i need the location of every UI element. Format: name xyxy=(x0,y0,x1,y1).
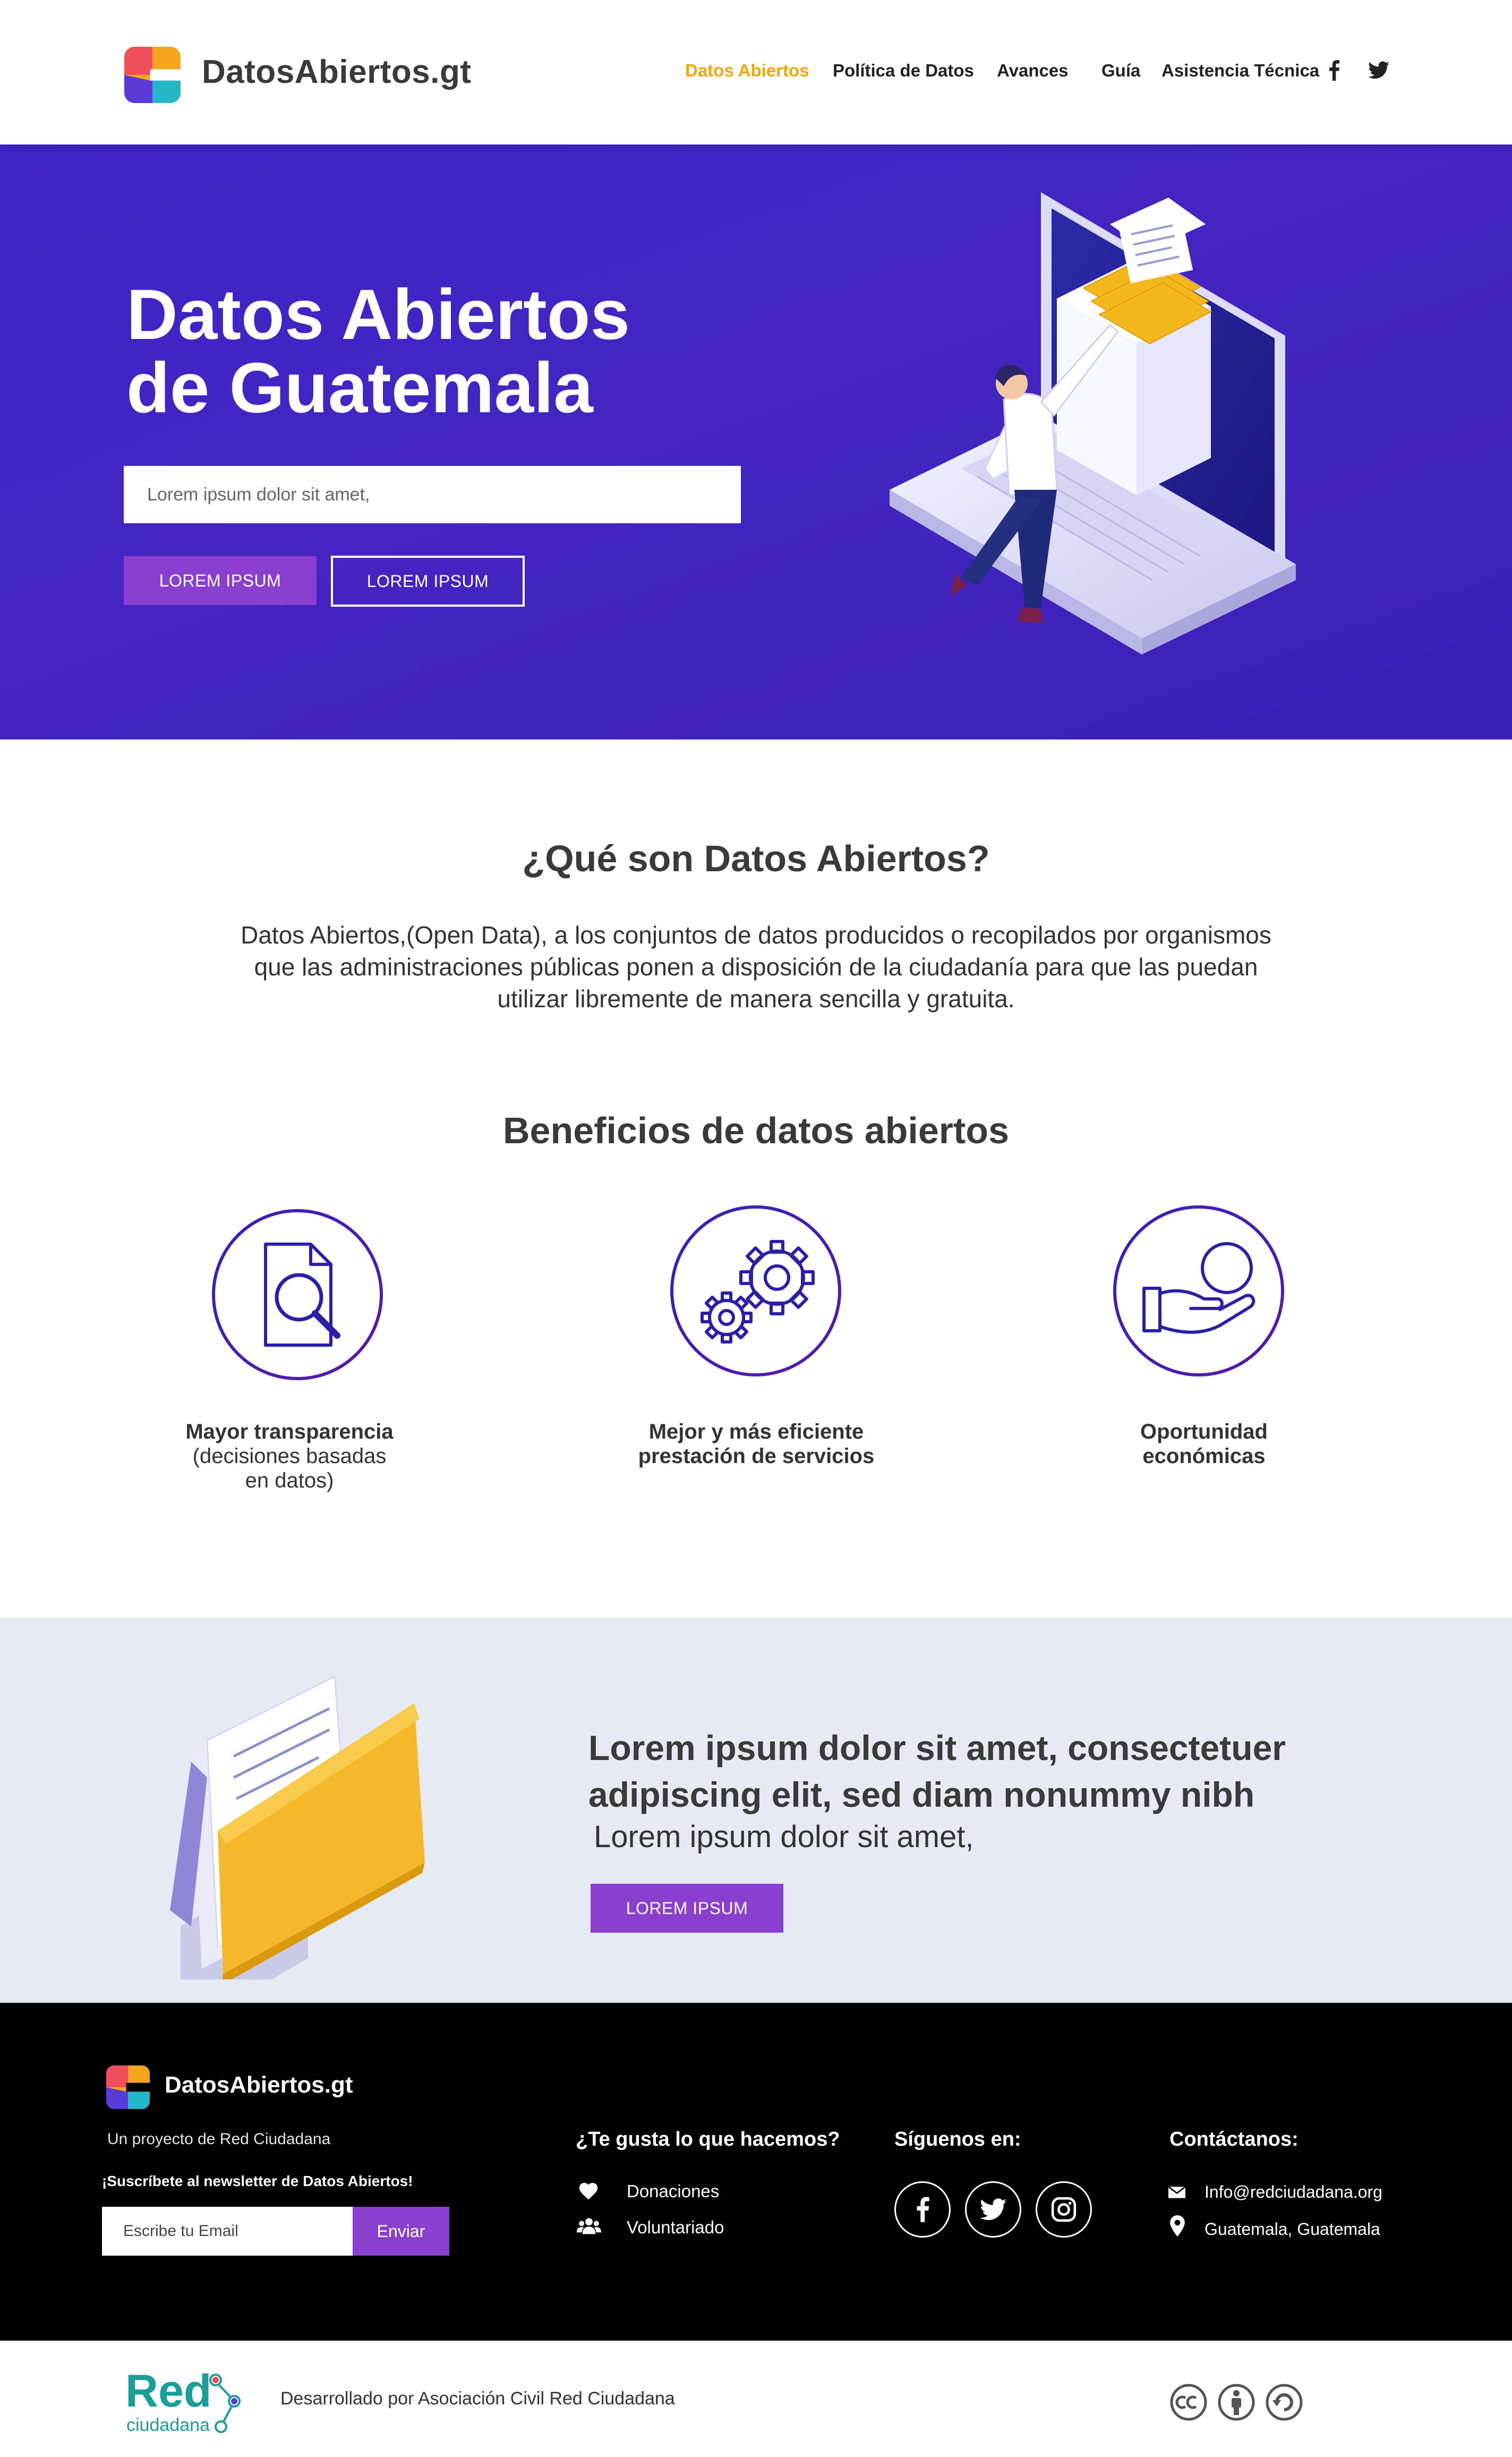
about-text-line1: Datos Abiertos,(Open Data), a los conjun… xyxy=(241,921,1271,949)
facebook-icon xyxy=(917,2197,929,2222)
site-logo-text[interactable]: DatosAbiertos.gt xyxy=(202,53,471,91)
about-title: ¿Qué son Datos Abiertos? xyxy=(522,838,990,879)
about-text-line3: utilizar libremente de manera sencilla y… xyxy=(497,985,1015,1013)
footer-instagram-button[interactable] xyxy=(1036,2181,1092,2238)
footer-contact-title: Contáctanos: xyxy=(1169,2128,1299,2150)
benefit-servicios-line2: prestación de servicios xyxy=(638,1444,875,1468)
benefit-oportunidad: Oportunidad económicas xyxy=(1034,1419,1374,1468)
cta-heading-line1: Lorem ipsum dolor sit amet, consectetuer xyxy=(588,1728,1286,1767)
site-header: DatosAbiertos.gt Datos Abiertos Política… xyxy=(0,0,1512,144)
voluntariado-link[interactable]: Voluntariado xyxy=(627,2217,724,2238)
red-logo-sub: ciudadana xyxy=(126,2415,210,2435)
twitter-icon[interactable] xyxy=(1368,59,1389,81)
newsletter-email-input[interactable] xyxy=(102,2207,353,2256)
laptop-data-illustration xyxy=(890,192,1296,654)
nav-guia[interactable]: Guía xyxy=(1101,61,1140,81)
benefit-transparencia-title: Mayor transparencia xyxy=(185,1420,394,1443)
twitter-icon xyxy=(980,2198,1006,2220)
hero-primary-button[interactable]: LOREM IPSUM xyxy=(124,556,317,605)
hero-section: Datos Abiertos de Guatemala LOREM IPSUM … xyxy=(0,144,1512,739)
gears-icon xyxy=(670,1205,841,1376)
newsletter-label: ¡Suscríbete al newsletter de Datos Abier… xyxy=(102,2173,413,2189)
benefit-oportunidad-line2: económicas xyxy=(1142,1444,1266,1468)
footer-project-text: Un proyecto de Red Ciudadana xyxy=(107,2130,331,2148)
location-pin-icon xyxy=(1170,2215,1185,2237)
contact-email-link[interactable]: Info@redciudadana.org xyxy=(1205,2182,1382,2202)
contact-location: Guatemala, Guatemala xyxy=(1205,2220,1380,2239)
benefits-title: Beneficios de datos abiertos xyxy=(502,1110,1010,1151)
red-ciudadana-logo-icon[interactable]: Red ciudadana xyxy=(125,2368,242,2437)
cta-subtext: Lorem ipsum dolor sit amet, xyxy=(594,1820,974,1854)
about-text-line2: que las administraciones públicas ponen … xyxy=(254,953,1258,981)
hero-secondary-button[interactable]: LOREM IPSUM xyxy=(331,556,525,607)
nav-asistencia-tecnica[interactable]: Asistencia Técnica xyxy=(1161,61,1319,81)
cc-icon[interactable] xyxy=(1169,2383,1208,2421)
nav-politica-de-datos[interactable]: Política de Datos xyxy=(833,61,974,81)
users-icon xyxy=(577,2218,601,2234)
donaciones-link[interactable]: Donaciones xyxy=(627,2181,719,2201)
footer-brand[interactable]: DatosAbiertos.gt xyxy=(165,2072,353,2098)
folder-illustration xyxy=(170,1675,425,1979)
footer-like-title: ¿Te gusta lo que hacemos? xyxy=(576,2128,840,2150)
bottom-bar: Red ciudadana Desarrollado por Asociació… xyxy=(0,2341,1512,2457)
footer-logo-icon[interactable] xyxy=(106,2065,150,2109)
nav-avances[interactable]: Avances xyxy=(997,61,1069,81)
benefit-transparencia-line3: en datos) xyxy=(245,1469,334,1492)
benefit-transparencia: Mayor transparencia (decisiones basadas … xyxy=(119,1419,459,1493)
cta-button[interactable]: LOREM IPSUM xyxy=(591,1884,783,1933)
cta-heading-line2: adipiscing elit, sed diam nonummy nibh xyxy=(588,1775,1255,1814)
sa-icon[interactable] xyxy=(1265,2383,1303,2421)
hero-title-line2: de Guatemala xyxy=(126,348,593,428)
footer-follow-title: Síguenos en: xyxy=(894,2128,1021,2150)
hero-title: Datos Abiertos de Guatemala xyxy=(126,278,817,425)
cta-heading: Lorem ipsum dolor sit amet, consectetuer… xyxy=(588,1724,1417,1818)
cta-section: Lorem ipsum dolor sit amet, consectetuer… xyxy=(0,1618,1512,2003)
hero-title-line1: Datos Abiertos xyxy=(126,275,630,354)
by-icon[interactable] xyxy=(1217,2383,1255,2421)
instagram-icon xyxy=(1051,2197,1077,2222)
site-footer: DatosAbiertos.gt Un proyecto de Red Ciud… xyxy=(0,2003,1512,2341)
facebook-icon[interactable] xyxy=(1325,59,1344,81)
mail-icon xyxy=(1168,2187,1185,2198)
nav-datos-abiertos[interactable]: Datos Abiertos xyxy=(685,61,809,81)
developed-by-text: Desarrollado por Asociación Civil Red Ci… xyxy=(280,2388,675,2409)
footer-twitter-button[interactable] xyxy=(965,2181,1021,2238)
benefit-transparencia-line2: (decisiones basadas xyxy=(192,1444,387,1468)
about-text: Datos Abiertos,(Open Data), a los conjun… xyxy=(181,919,1331,1015)
newsletter-send-button[interactable]: Enviar xyxy=(353,2207,449,2256)
heart-icon xyxy=(579,2182,598,2200)
document-search-icon xyxy=(212,1209,383,1380)
benefit-servicios-line1: Mejor y más eficiente xyxy=(648,1420,864,1443)
datosabiertos-logo-icon[interactable] xyxy=(124,47,181,103)
footer-facebook-button[interactable] xyxy=(894,2181,951,2238)
hero-search-input[interactable] xyxy=(124,466,741,523)
benefit-oportunidad-line1: Oportunidad xyxy=(1140,1420,1268,1443)
benefit-servicios: Mejor y más eficiente prestación de serv… xyxy=(586,1419,926,1468)
hand-coin-icon xyxy=(1113,1205,1284,1376)
red-logo-word: Red xyxy=(125,2368,211,2417)
